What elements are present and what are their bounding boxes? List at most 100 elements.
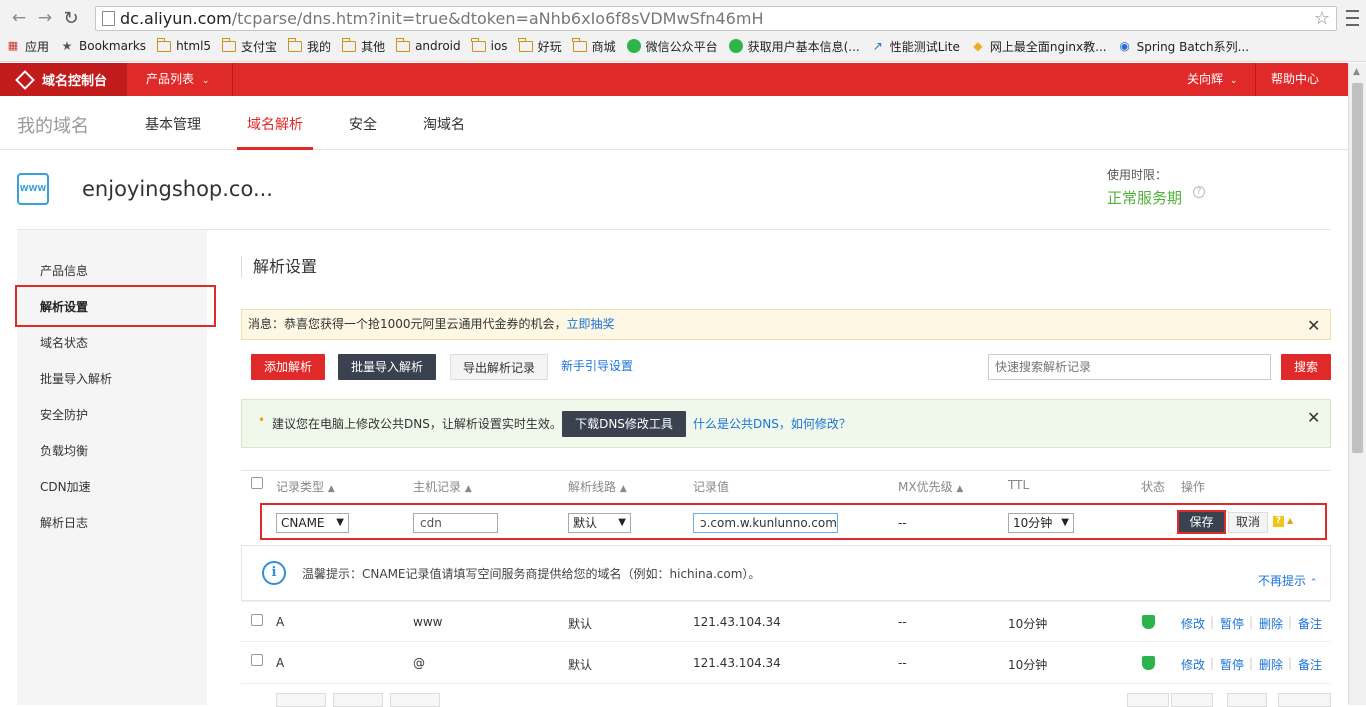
bookmark-wechat-mp[interactable]: 微信公众平台 — [626, 38, 718, 55]
cancel-button[interactable]: 取消 — [1228, 512, 1268, 533]
tab-security[interactable]: 安全 — [349, 114, 377, 134]
bookmark-apps[interactable]: ▦ 应用 — [6, 38, 49, 55]
add-record-button[interactable]: 添加解析 — [251, 354, 325, 380]
bookmark-ios[interactable]: ios — [471, 37, 508, 53]
sidebar-item-domain-status[interactable]: 域名状态 — [40, 334, 88, 351]
bookmark-fun[interactable]: 好玩 — [518, 37, 562, 55]
folder-icon — [518, 37, 533, 52]
folder-icon — [221, 37, 237, 52]
folder-icon — [572, 37, 587, 52]
bookmark-alipay[interactable]: 支付宝 — [221, 37, 277, 55]
guide-link[interactable]: 新手引导设置 — [561, 357, 633, 374]
address-bar[interactable]: dc.aliyun.com/tcparse/dns.htm?init=true&… — [95, 6, 1337, 31]
vertical-scrollbar[interactable]: ▲ — [1348, 63, 1366, 705]
header-record-type[interactable]: 记录类型 ▲ — [276, 478, 335, 495]
record-value-input[interactable]: ɔ.com.w.kunlunno.com — [693, 513, 838, 533]
bookmark-mine[interactable]: 我的 — [287, 37, 331, 55]
scroll-thumb[interactable] — [1352, 83, 1363, 453]
pause-link[interactable]: 暂停 — [1220, 615, 1244, 632]
row-checkbox[interactable] — [251, 614, 263, 626]
bookmark-nginx[interactable]: ◆ 网上最全面nginx教... — [971, 38, 1106, 55]
sidebar-item-cdn[interactable]: CDN加速 — [40, 478, 91, 495]
search-input[interactable] — [988, 354, 1271, 380]
aliyun-logo-icon — [15, 69, 35, 90]
tab-basic-management[interactable]: 基本管理 — [145, 114, 201, 134]
star-icon[interactable]: ☆ — [1314, 7, 1330, 30]
row-checkbox[interactable] — [251, 654, 263, 666]
tab-dns-resolution[interactable]: 域名解析 — [247, 114, 303, 134]
folder-icon — [395, 37, 411, 52]
mx-value: -- — [898, 516, 907, 530]
status-shield-icon — [1142, 656, 1155, 670]
bookmarks-bar: ▦ 应用 ★ Bookmarks html5 支付宝 我的 其他 android i… — [6, 36, 1260, 56]
remark-link[interactable]: 备注 — [1298, 615, 1322, 632]
bookmark-other[interactable]: 其他 — [341, 37, 385, 55]
download-dns-tool-button[interactable]: 下载DNS修改工具 — [562, 411, 686, 437]
bookmark-perf[interactable]: ↗ 性能测试Lite — [871, 38, 960, 55]
cell-ttl: 10分钟 — [1008, 617, 1048, 631]
valid-period-label: 使用时限： — [1107, 168, 1168, 182]
separator: | — [1249, 656, 1254, 670]
cell-mx: -- — [898, 615, 907, 629]
cell-type: A — [276, 615, 285, 629]
sidebar-item-security[interactable]: 安全防护 — [40, 406, 88, 423]
hide-tip-link[interactable]: 不再提示 ⌃ — [1258, 572, 1317, 589]
close-icon[interactable]: ✕ — [1307, 316, 1320, 335]
chrome-menu-icon[interactable] — [1345, 8, 1359, 28]
page-title: 我的域名 — [17, 116, 89, 137]
tab-taodomain[interactable]: 淘域名 — [423, 114, 465, 134]
pause-link[interactable]: 暂停 — [1220, 656, 1244, 673]
collapse-icon[interactable]: ▲ — [1287, 516, 1293, 525]
host-input[interactable]: cdn — [413, 513, 498, 533]
remark-link[interactable]: 备注 — [1298, 656, 1322, 673]
export-button[interactable]: 导出解析记录 — [450, 354, 548, 380]
select-all-checkbox[interactable] — [251, 477, 263, 489]
bookmark-userinfo[interactable]: 获取用户基本信息(... — [728, 38, 860, 55]
close-icon[interactable]: ✕ — [1307, 408, 1320, 427]
row-divider — [241, 601, 1331, 602]
bookmark-mall[interactable]: 商城 — [572, 37, 616, 55]
edit-link[interactable]: 修改 — [1181, 656, 1205, 673]
bookmark-bookmarks[interactable]: ★ Bookmarks — [60, 39, 146, 53]
save-button[interactable]: 保存 — [1177, 510, 1226, 534]
cell-host: @ — [413, 656, 425, 670]
header-mx[interactable]: MX优先级 ▲ — [898, 478, 963, 495]
sidebar-item-product-info[interactable]: 产品信息 — [40, 262, 88, 279]
sort-icon: ▲ — [956, 484, 964, 494]
edit-link[interactable]: 修改 — [1181, 615, 1205, 632]
dropdown-arrow-icon: ▼ — [618, 517, 626, 528]
header-actions: 操作 — [1181, 480, 1206, 494]
bookmark-android[interactable]: android — [395, 37, 461, 53]
sidebar-item-batch-import[interactable]: 批量导入解析 — [40, 370, 112, 387]
product-list-menu[interactable]: 产品列表 ⌄ — [127, 63, 233, 96]
header-host[interactable]: 主机记录 ▲ — [413, 478, 472, 495]
help-icon[interactable]: ? — [1273, 516, 1284, 527]
back-icon[interactable]: ← — [8, 7, 30, 29]
domain-name: enjoyingshop.co... — [82, 177, 273, 201]
sort-icon: ▲ — [464, 484, 472, 494]
user-menu[interactable]: 关向辉 ⌄ — [1172, 63, 1255, 96]
delete-link[interactable]: 删除 — [1259, 615, 1283, 632]
notice-link[interactable]: 立即抽奖 — [567, 317, 615, 331]
forward-icon[interactable]: → — [34, 7, 56, 29]
reload-icon[interactable]: ↻ — [60, 7, 82, 29]
search-button[interactable]: 搜索 — [1281, 354, 1331, 380]
table-header — [241, 470, 1331, 500]
sidebar-item-load-balance[interactable]: 负载均衡 — [40, 442, 88, 459]
bookmark-spring[interactable]: ◉ Spring Batch系列... — [1118, 38, 1249, 55]
delete-link[interactable]: 删除 — [1259, 656, 1283, 673]
scroll-up-icon[interactable]: ▲ — [1353, 67, 1360, 77]
help-center-link[interactable]: 帮助中心 — [1255, 63, 1348, 96]
dns-help-link[interactable]: 什么是公共DNS，如何修改？ — [693, 415, 851, 432]
bookmark-html5[interactable]: html5 — [156, 37, 211, 53]
record-type-select[interactable]: CNAME ▼ — [276, 513, 349, 533]
sidebar-item-log[interactable]: 解析日志 — [40, 514, 88, 531]
header-line[interactable]: 解析线路 ▲ — [568, 478, 627, 495]
batch-import-button[interactable]: 批量导入解析 — [338, 354, 436, 380]
url-path: /tcparse/dns.htm?init=true&dtoken=aNhb6x… — [231, 9, 764, 28]
brand[interactable]: 域名控制台 — [0, 63, 127, 96]
ttl-select[interactable]: 10分钟 ▼ — [1008, 513, 1074, 533]
valid-period-value: 正常服务期 — [1107, 189, 1183, 207]
line-select[interactable]: 默认 ▼ — [568, 513, 631, 533]
help-icon[interactable]: ? — [1193, 186, 1205, 198]
